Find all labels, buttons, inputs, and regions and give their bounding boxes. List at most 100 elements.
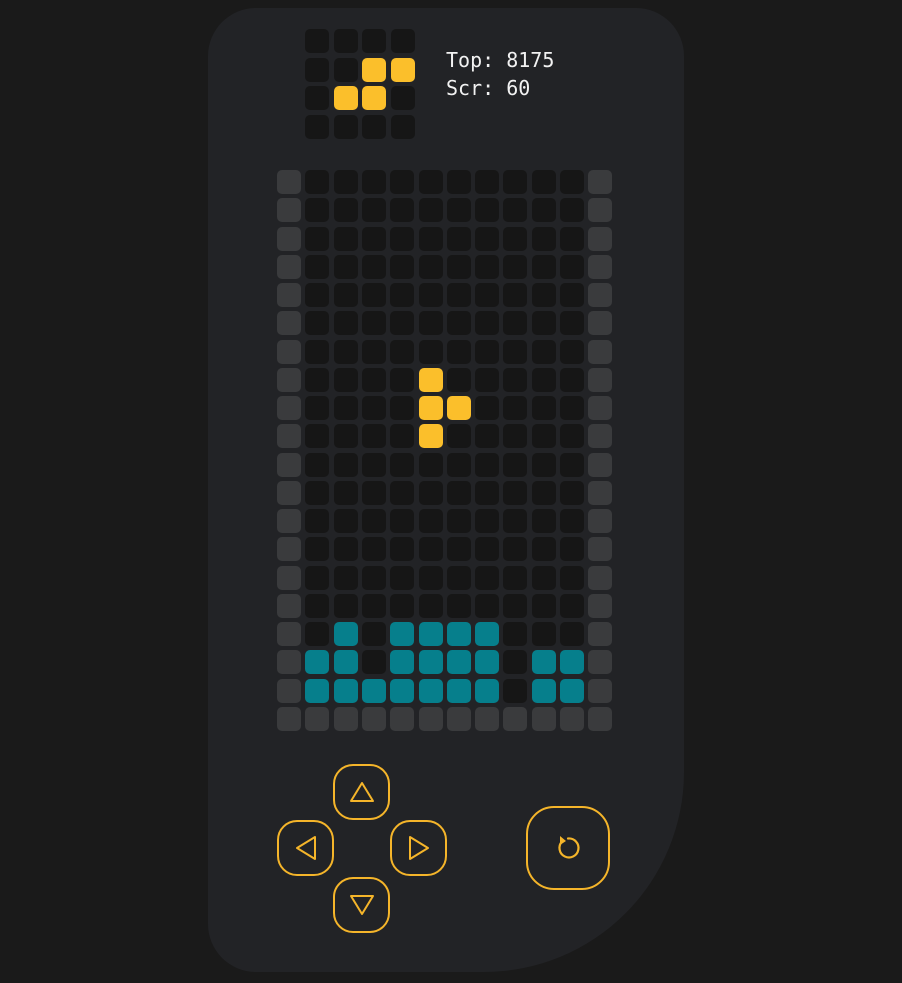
empty-board-cell — [305, 170, 329, 194]
empty-board-cell — [560, 594, 584, 618]
empty-board-cell — [362, 453, 386, 477]
board-wall-cell — [588, 340, 612, 364]
empty-board-cell — [532, 396, 556, 420]
board-wall-cell — [588, 453, 612, 477]
board-wall-cell — [588, 424, 612, 448]
empty-board-cell — [390, 566, 414, 590]
empty-board-cell — [362, 198, 386, 222]
locked-block-cell — [390, 650, 414, 674]
empty-board-cell — [475, 509, 499, 533]
empty-board-cell — [362, 311, 386, 335]
empty-board-cell — [475, 537, 499, 561]
empty-board-cell — [390, 481, 414, 505]
empty-board-cell — [532, 424, 556, 448]
board-wall-cell — [588, 509, 612, 533]
empty-board-cell — [390, 396, 414, 420]
empty-board-cell — [305, 396, 329, 420]
empty-board-cell — [560, 198, 584, 222]
empty-board-cell — [334, 594, 358, 618]
locked-block-cell — [419, 679, 443, 703]
empty-board-cell — [419, 453, 443, 477]
move-down-button[interactable] — [333, 877, 390, 933]
empty-board-cell — [447, 566, 471, 590]
empty-board-cell — [503, 594, 527, 618]
empty-board-cell — [334, 311, 358, 335]
empty-board-cell — [390, 594, 414, 618]
empty-board-cell — [503, 679, 527, 703]
locked-block-cell — [532, 650, 556, 674]
next-empty-cell — [391, 86, 415, 110]
board-wall-cell — [277, 566, 301, 590]
locked-block-cell — [475, 679, 499, 703]
empty-board-cell — [447, 368, 471, 392]
move-right-button[interactable] — [390, 820, 447, 876]
empty-board-cell — [560, 340, 584, 364]
board-wall-cell — [362, 707, 386, 731]
next-piece-cell — [391, 58, 415, 82]
empty-board-cell — [362, 368, 386, 392]
empty-board-cell — [334, 537, 358, 561]
empty-board-cell — [390, 453, 414, 477]
empty-board-cell — [334, 481, 358, 505]
move-left-button[interactable] — [277, 820, 334, 876]
empty-board-cell — [334, 283, 358, 307]
empty-board-cell — [419, 509, 443, 533]
board-wall-cell — [334, 707, 358, 731]
empty-board-cell — [305, 537, 329, 561]
empty-board-cell — [305, 198, 329, 222]
board-wall-cell — [277, 594, 301, 618]
empty-board-cell — [532, 255, 556, 279]
locked-block-cell — [447, 622, 471, 646]
empty-board-cell — [419, 255, 443, 279]
empty-board-cell — [560, 283, 584, 307]
board-wall-cell — [588, 707, 612, 731]
empty-board-cell — [362, 396, 386, 420]
empty-board-cell — [532, 509, 556, 533]
board-wall-cell — [277, 311, 301, 335]
board-wall-cell — [588, 255, 612, 279]
empty-board-cell — [362, 481, 386, 505]
empty-board-cell — [419, 594, 443, 618]
board-wall-cell — [277, 283, 301, 307]
current-score: Scr: 60 — [446, 74, 554, 102]
empty-board-cell — [334, 424, 358, 448]
locked-block-cell — [305, 679, 329, 703]
board-wall-cell — [447, 707, 471, 731]
empty-board-cell — [390, 537, 414, 561]
empty-board-cell — [390, 424, 414, 448]
board-wall-cell — [277, 255, 301, 279]
locked-block-cell — [390, 622, 414, 646]
empty-board-cell — [475, 453, 499, 477]
empty-board-cell — [390, 368, 414, 392]
empty-board-cell — [419, 311, 443, 335]
board-wall-cell — [588, 311, 612, 335]
board-wall-cell — [277, 170, 301, 194]
empty-board-cell — [447, 594, 471, 618]
next-empty-cell — [334, 115, 358, 139]
triangle-right-icon — [408, 836, 429, 860]
board-wall-cell — [588, 537, 612, 561]
empty-board-cell — [503, 368, 527, 392]
empty-board-cell — [532, 227, 556, 251]
empty-board-cell — [475, 227, 499, 251]
board-wall-cell — [532, 707, 556, 731]
empty-board-cell — [334, 340, 358, 364]
locked-block-cell — [475, 622, 499, 646]
locked-block-cell — [334, 679, 358, 703]
empty-board-cell — [362, 650, 386, 674]
empty-board-cell — [447, 311, 471, 335]
rotate-up-button[interactable] — [333, 764, 390, 820]
empty-board-cell — [532, 170, 556, 194]
empty-board-cell — [560, 170, 584, 194]
board-wall-cell — [277, 227, 301, 251]
next-piece-cell — [362, 86, 386, 110]
empty-board-cell — [390, 340, 414, 364]
restart-button[interactable] — [526, 806, 610, 890]
empty-board-cell — [305, 283, 329, 307]
empty-board-cell — [305, 622, 329, 646]
empty-board-cell — [305, 566, 329, 590]
empty-board-cell — [503, 509, 527, 533]
empty-board-cell — [334, 227, 358, 251]
empty-board-cell — [503, 198, 527, 222]
empty-board-cell — [305, 340, 329, 364]
